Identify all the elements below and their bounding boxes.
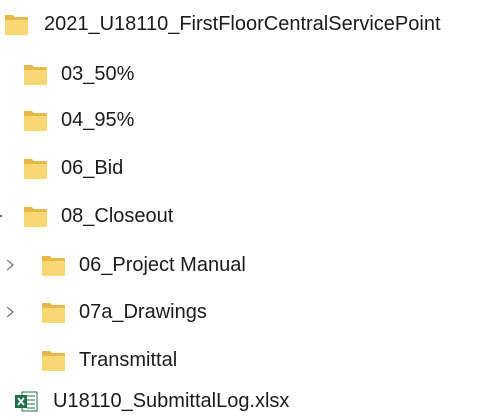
folder-icon (40, 252, 67, 279)
chevron-right-icon[interactable] (4, 305, 16, 319)
tree-item-06-bid[interactable]: 06_Bid (0, 148, 499, 188)
tree-item-07a-drawings[interactable]: 07a_Drawings (0, 292, 499, 332)
folder-icon (3, 11, 30, 38)
tree-item-03-50[interactable]: 03_50% (0, 54, 499, 94)
tree-item-06-project-manual[interactable]: 06_Project Manual (0, 245, 499, 285)
tree-item-label: 04_95% (61, 109, 135, 131)
tree-item-label: 03_50% (61, 63, 135, 85)
tree-item-label: 07a_Drawings (79, 301, 207, 323)
folder-icon (22, 203, 49, 230)
folder-icon (40, 347, 67, 374)
tree-item-label: U18110_SubmittalLog.xlsx (53, 390, 290, 412)
tree-item-label: 2021_U18110_FirstFloorCentralServicePoin… (44, 13, 441, 35)
tree-item-label: 06_Project Manual (79, 254, 246, 276)
folder-icon (22, 107, 49, 134)
folder-icon (22, 61, 49, 88)
tree-item-04-95[interactable]: 04_95% (0, 100, 499, 140)
tree-item-transmittal[interactable]: Transmittal (0, 340, 499, 380)
excel-file-icon (15, 391, 38, 412)
folder-icon (40, 299, 67, 326)
chevron-right-icon[interactable] (4, 258, 16, 272)
tree-line-marker (0, 215, 2, 217)
tree-item-submittal-log-xlsx[interactable]: U18110_SubmittalLog.xlsx (0, 381, 499, 419)
folder-icon (22, 155, 49, 182)
tree-item-root-folder[interactable]: 2021_U18110_FirstFloorCentralServicePoin… (0, 4, 499, 44)
tree-item-label: 08_Closeout (61, 205, 174, 227)
tree-item-08-closeout[interactable]: 08_Closeout (0, 196, 499, 236)
tree-item-label: 06_Bid (61, 157, 124, 179)
tree-item-label: Transmittal (79, 349, 178, 371)
